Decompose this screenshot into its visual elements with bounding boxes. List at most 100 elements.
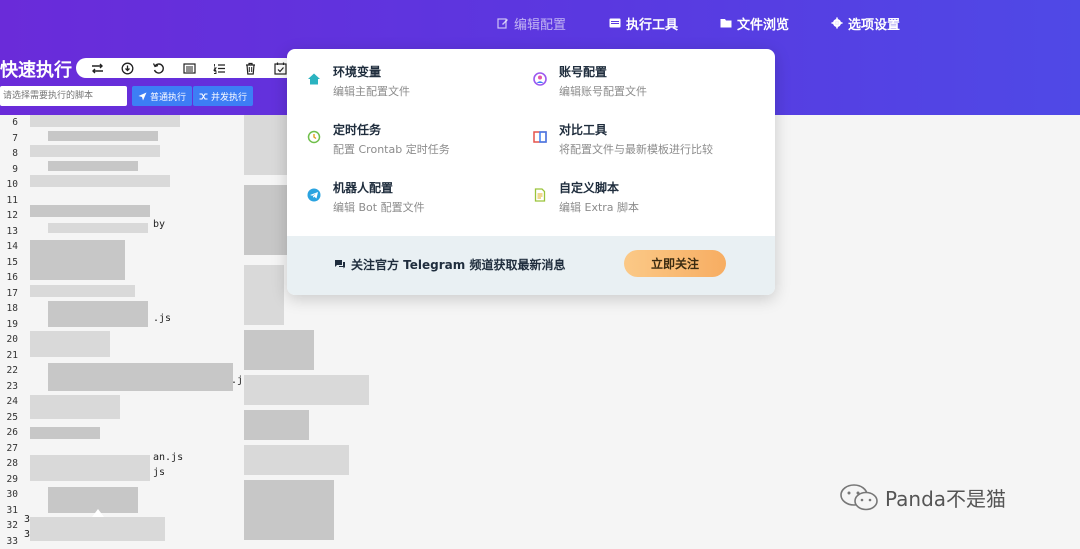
download-icon [121, 62, 134, 75]
undo-tool-button[interactable] [143, 58, 174, 78]
nav-file-browse[interactable]: 文件浏览 [720, 14, 789, 32]
nav-options[interactable]: 选项设置 [831, 14, 900, 32]
blurred-code [244, 375, 369, 405]
blurred-code [244, 445, 349, 475]
code-fragment: an.js [153, 452, 183, 463]
line-number: 22 [0, 363, 18, 379]
nav-file-browse-label: 文件浏览 [737, 14, 789, 33]
list-tool-button[interactable] [174, 58, 205, 78]
line-number: 26 [0, 425, 18, 441]
line-number: 21 [0, 348, 18, 364]
telegram-icon [307, 188, 321, 202]
blurred-code [30, 517, 165, 541]
line-number-gutter: 6789101112131415161718192021222324252627… [0, 115, 18, 549]
line-number: 32 [0, 518, 18, 534]
comments-icon [334, 259, 346, 270]
line-number: 13 [0, 224, 18, 240]
line-number: 19 [0, 317, 18, 333]
config-dropdown-menu: 环境变量 编辑主配置文件 账号配置 编辑账号配置文件 定时任务 配置 Cront… [287, 49, 775, 295]
line-number: 23 [0, 379, 18, 395]
swap-icon [91, 62, 104, 75]
menu-item-bot-title: 机器人配置 [333, 179, 393, 196]
blurred-code [30, 455, 150, 481]
line-number: 8 [0, 146, 18, 162]
blurred-code [30, 240, 125, 280]
line-number: 15 [0, 255, 18, 271]
menu-item-cron[interactable]: 定时任务 配置 Crontab 定时任务 [307, 121, 527, 161]
ordered-list-tool-button[interactable] [204, 58, 235, 78]
watermark: Panda不是猫 [839, 482, 1006, 512]
gear-icon [831, 17, 843, 29]
paper-plane-icon [138, 92, 147, 101]
menu-item-extra-title: 自定义脚本 [559, 179, 619, 196]
blurred-code [30, 395, 120, 419]
calendar-check-icon [274, 62, 287, 75]
blurred-code [48, 131, 158, 141]
terminal-icon [609, 17, 621, 29]
dropdown-footer: 关注官方 Telegram 频道获取最新消息 立即关注 [287, 236, 775, 295]
line-number: 24 [0, 394, 18, 410]
list-icon [183, 62, 196, 75]
ordered-list-icon [213, 62, 226, 75]
line-number: 18 [0, 301, 18, 317]
menu-item-extra[interactable]: 自定义脚本 编辑 Extra 脚本 [533, 179, 753, 219]
file-text-icon [533, 188, 547, 202]
user-circle-icon [533, 72, 547, 86]
line-number: 31 [0, 503, 18, 519]
delete-tool-button[interactable] [235, 58, 266, 78]
clock-icon [307, 130, 321, 144]
line-number: 9 [0, 162, 18, 178]
blurred-code [48, 161, 138, 171]
line-number: 20 [0, 332, 18, 348]
telegram-notice: 关注官方 Telegram 频道获取最新消息 [334, 256, 565, 273]
blurred-code [30, 427, 100, 439]
code-fragment: by [153, 219, 165, 230]
menu-item-bot-subtitle: 编辑 Bot 配置文件 [333, 199, 425, 215]
menu-item-compare[interactable]: 对比工具 将配置文件与最新模板进行比较 [533, 121, 753, 161]
menu-item-account-title: 账号配置 [559, 63, 607, 80]
line-number: 28 [0, 456, 18, 472]
download-tool-button[interactable] [113, 58, 144, 78]
blurred-code [244, 185, 289, 255]
line-number: 11 [0, 193, 18, 209]
menu-item-bot[interactable]: 机器人配置 编辑 Bot 配置文件 [307, 179, 527, 219]
normal-exec-label: 普通执行 [150, 90, 186, 103]
line-number: 30 [0, 487, 18, 503]
menu-item-compare-subtitle: 将配置文件与最新模板进行比较 [559, 141, 713, 157]
blurred-code [48, 363, 233, 391]
folder-icon [720, 17, 732, 29]
editor-toolbar [76, 58, 296, 78]
menu-item-compare-title: 对比工具 [559, 121, 607, 138]
blurred-code [244, 410, 309, 440]
script-select-input[interactable] [0, 86, 127, 106]
blurred-code [48, 223, 148, 233]
line-number: 7 [0, 131, 18, 147]
line-number: 27 [0, 441, 18, 457]
blurred-code [30, 285, 135, 297]
swap-tool-button[interactable] [82, 58, 113, 78]
fold-arrow-icon [92, 509, 104, 517]
blurred-code [30, 331, 110, 357]
menu-item-env[interactable]: 环境变量 编辑主配置文件 [307, 63, 527, 103]
blurred-code [30, 145, 160, 157]
wechat-icon [839, 482, 879, 512]
watermark-text: Panda不是猫 [885, 483, 1006, 512]
nav-edit-config[interactable]: 编辑配置 [497, 14, 566, 32]
normal-exec-button[interactable]: 普通执行 [132, 86, 192, 106]
line-number: 12 [0, 208, 18, 224]
concurrent-exec-label: 并发执行 [211, 90, 247, 103]
code-fragment: .j [231, 375, 243, 386]
follow-button[interactable]: 立即关注 [624, 250, 726, 277]
columns-icon [533, 130, 547, 144]
line-number: 17 [0, 286, 18, 302]
menu-item-account[interactable]: 账号配置 编辑账号配置文件 [533, 63, 753, 103]
nav-exec-tools[interactable]: 执行工具 [609, 14, 678, 32]
line-number: 29 [0, 472, 18, 488]
line-number: 16 [0, 270, 18, 286]
menu-item-env-subtitle: 编辑主配置文件 [333, 83, 410, 99]
edit-icon [497, 17, 509, 29]
nav-options-label: 选项设置 [848, 14, 900, 33]
concurrent-exec-button[interactable]: 并发执行 [193, 86, 253, 106]
code-fragment: 3 [24, 529, 30, 540]
code-fragment: js [153, 467, 165, 478]
